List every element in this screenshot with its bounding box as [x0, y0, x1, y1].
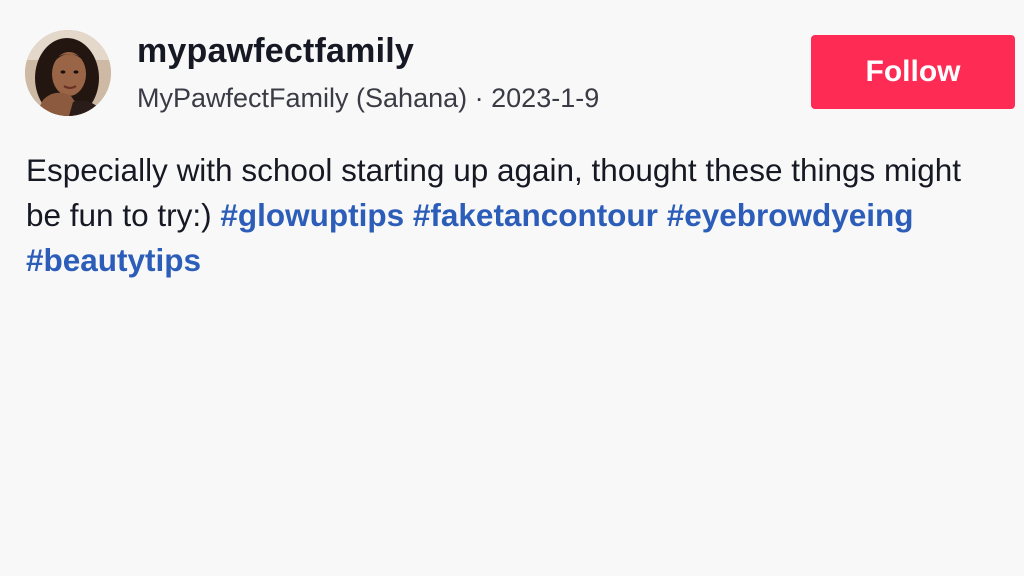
- hashtag-link[interactable]: #eyebrowdyeing: [667, 197, 914, 233]
- author-meta: MyPawfectFamily (Sahana) · 2023-1-9: [137, 83, 599, 114]
- display-name: MyPawfectFamily (Sahana): [137, 83, 468, 113]
- meta-separator: ·: [474, 83, 484, 113]
- profile-photo-icon: [25, 30, 111, 116]
- post-card: mypawfectfamily MyPawfectFamily (Sahana)…: [0, 0, 1024, 576]
- hashtag-link[interactable]: #faketancontour: [413, 197, 658, 233]
- post-date: 2023-1-9: [491, 83, 600, 113]
- hashtag-link[interactable]: #glowuptips: [220, 197, 404, 233]
- post-caption: Especially with school starting up again…: [26, 148, 1001, 283]
- post-header: mypawfectfamily MyPawfectFamily (Sahana)…: [25, 28, 1016, 118]
- avatar[interactable]: [25, 30, 111, 116]
- follow-button[interactable]: Follow: [811, 35, 1015, 109]
- username[interactable]: mypawfectfamily: [137, 32, 414, 71]
- hashtag-link[interactable]: #beautytips: [26, 242, 201, 278]
